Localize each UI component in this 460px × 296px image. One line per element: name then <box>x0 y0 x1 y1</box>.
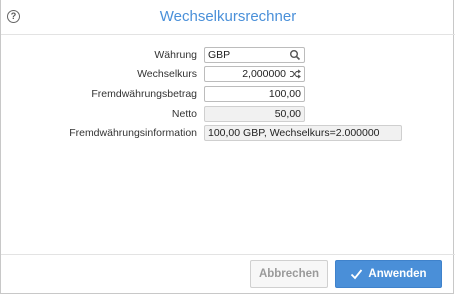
check-icon <box>351 269 363 280</box>
dialog-title: Wechselkursrechner <box>159 8 297 25</box>
dialog-header: ? Wechselkursrechner <box>1 0 455 35</box>
info-value: 100,00 GBP, Wechselkurs=2.000000 <box>208 127 380 139</box>
currency-label: Währung <box>154 49 197 61</box>
rate-value: 2,000000 <box>242 68 286 80</box>
apply-button[interactable]: Anwenden <box>335 260 442 288</box>
rate-row: Wechselkurs 2,000000 <box>1 66 455 82</box>
info-label: Fremdwährungsinformation <box>69 127 197 139</box>
net-row: Netto 50,00 <box>1 106 455 122</box>
net-field: 50,00 <box>204 106 305 122</box>
foreign-amount-label: Fremdwährungsbetrag <box>91 88 197 100</box>
apply-button-label: Anwenden <box>368 268 427 280</box>
currency-row: Währung GBP <box>1 47 455 63</box>
info-row: Fremdwährungsinformation 100,00 GBP, Wec… <box>1 125 455 141</box>
rate-label: Wechselkurs <box>137 68 197 80</box>
foreign-amount-input[interactable]: 100,00 <box>204 86 305 102</box>
cancel-button[interactable]: Abbrechen <box>250 260 328 288</box>
net-label: Netto <box>171 108 197 120</box>
net-value: 50,00 <box>274 108 301 120</box>
info-field: 100,00 GBP, Wechselkurs=2.000000 <box>204 125 402 141</box>
foreign-amount-row: Fremdwährungsbetrag 100,00 <box>1 86 455 102</box>
currency-input[interactable]: GBP <box>204 47 305 63</box>
foreign-amount-value: 100,00 <box>268 88 301 100</box>
search-icon[interactable] <box>289 49 301 61</box>
cancel-button-label: Abbrechen <box>258 268 320 280</box>
shuffle-icon[interactable] <box>289 68 301 80</box>
currency-value: GBP <box>208 49 231 61</box>
rate-input[interactable]: 2,000000 <box>204 66 305 82</box>
dialog: ? Wechselkursrechner Währung GBP Wechsel… <box>0 0 455 294</box>
footer-divider <box>1 254 455 255</box>
